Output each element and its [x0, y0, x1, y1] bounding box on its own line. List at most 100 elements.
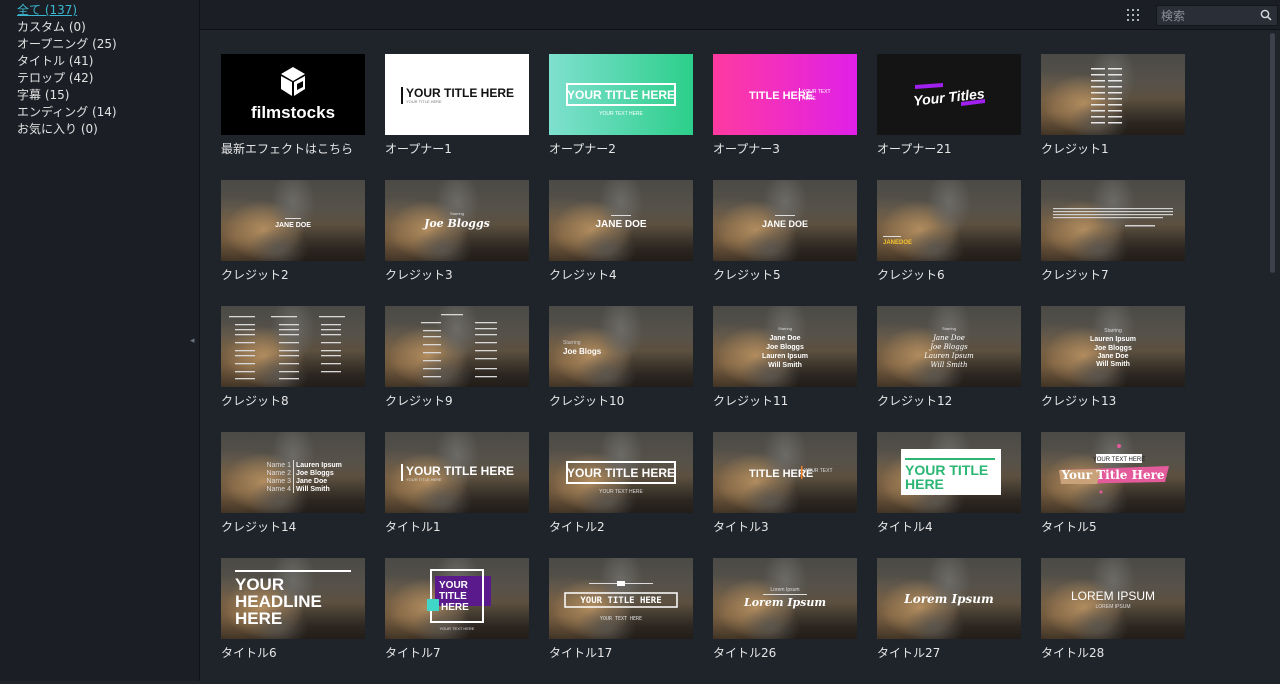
thumb-title-text: JANE DOE	[595, 219, 646, 230]
effect-card-credit10[interactable]: Starring Joe Blogs クレジット10	[549, 306, 693, 432]
effects-browser: filmstocks 最新エフェクトはこちら YOUR TITLE HERE Y…	[200, 0, 1280, 681]
thumb-title-text: JANE DOE	[275, 222, 311, 229]
effect-label: クレジット2	[221, 268, 289, 282]
logo-text: filmstocks	[251, 103, 335, 122]
thumb-title-text: YOUR TITLE HERE	[567, 466, 675, 480]
effect-label: クレジット13	[1041, 394, 1117, 408]
effect-card-credit9[interactable]: クレジット9	[385, 306, 529, 432]
search-input[interactable]	[1161, 7, 1251, 24]
effect-card-title7[interactable]: YOUR TITLE HERE YOUR TEXT HERE タイトル7	[385, 558, 529, 684]
credit-name: Will Smith	[296, 486, 330, 493]
effect-label: タイトル17	[549, 646, 613, 660]
effect-card-credit13[interactable]: Starring Lauren Ipsum Joe Bloggs Jane Do…	[1041, 306, 1185, 432]
effect-label: タイトル28	[1041, 646, 1105, 660]
effect-card-credit3[interactable]: Starring Joe Bloggs クレジット3	[385, 180, 529, 306]
sidebar-collapse-icon[interactable]: ◂	[190, 336, 197, 346]
credit-columns	[421, 314, 497, 378]
effect-card-credit14[interactable]: Name 1 Name 2 Name 3 Name 4 Lauren Ipsum…	[221, 432, 365, 558]
effect-card-title26[interactable]: Lorem Ipsum Lorem Ipsum タイトル26	[713, 558, 857, 684]
effect-thumbnail: TITLE HERE YOUR TEXT	[713, 432, 857, 513]
effect-label: タイトル27	[877, 646, 941, 660]
effect-thumbnail: YOUR TEXT HERE Your Title Here	[1041, 432, 1185, 513]
thumb-title-text: Lorem Ipsum	[743, 596, 826, 609]
effect-card-title2[interactable]: YOUR TITLE HERE YOUR TEXT HERE タイトル2	[549, 432, 693, 558]
credit-name: Jane Doe	[296, 478, 327, 485]
effect-thumbnail: JANE DOE	[221, 180, 365, 261]
effect-card-title6[interactable]: YOUR HEADLINE HERE タイトル6	[221, 558, 365, 684]
effect-thumbnail: Starring Joe Bloggs	[385, 180, 529, 261]
category-opening[interactable]: オープニング (25)	[17, 36, 199, 53]
effect-label: タイトル5	[1041, 520, 1097, 534]
effect-label: クレジット1	[1041, 142, 1109, 156]
effect-card-opener2[interactable]: YOUR TITLE HERE YOUR TEXT HERE オープナー2	[549, 54, 693, 180]
thumb-sub-text: YOUR TEXT	[802, 89, 831, 95]
effect-card-title5[interactable]: YOUR TEXT HERE Your Title Here タイトル5	[1041, 432, 1185, 558]
effect-card-title17[interactable]: YOUR TITLE HERE YOUR TEXT HERE タイトル17	[549, 558, 693, 684]
thumb-sub-text: YOUR TEXT HERE	[600, 616, 642, 622]
scrollbar-thumb[interactable]	[1270, 33, 1275, 273]
effect-thumbnail: YOUR TITLE HERE YOUR TEXT HERE	[549, 54, 693, 135]
effect-card-title1[interactable]: YOUR TITLE HERE YOUR TITLE HERE タイトル1	[385, 432, 529, 558]
category-telop[interactable]: テロップ (42)	[17, 70, 199, 87]
credit-roll-lines	[1091, 68, 1122, 124]
thumb-sub-text: LOREM IPSUM	[1095, 604, 1130, 610]
effect-label: タイトル4	[877, 520, 933, 534]
credit-role: Name 3	[266, 478, 291, 485]
thumb-title-text: HERE	[235, 609, 282, 628]
grid-view-icon[interactable]	[1126, 8, 1140, 22]
effects-grid: filmstocks 最新エフェクトはこちら YOUR TITLE HERE Y…	[221, 54, 1185, 684]
thumb-sub-text: YOUR TITLE HERE	[406, 477, 442, 482]
effect-card-title27[interactable]: Lorem Ipsum タイトル27	[877, 558, 1021, 684]
category-title[interactable]: タイトル (41)	[17, 53, 199, 70]
credit-name: Lauren Ipsum	[1090, 336, 1136, 343]
thumb-title-text: Lorem Ipsum	[903, 592, 993, 606]
effect-thumbnail: YOUR TITLE HERE YOUR TEXT HERE	[385, 558, 529, 639]
credit-name: Jane Doe	[931, 334, 965, 342]
effect-card-opener1[interactable]: YOUR TITLE HERE YOUR TITLE HERE オープナー1	[385, 54, 529, 180]
toolbar	[200, 0, 1280, 30]
effect-card-title3[interactable]: TITLE HERE YOUR TEXT タイトル3	[713, 432, 857, 558]
effect-card-title28[interactable]: LOREM IPSUM LOREM IPSUM タイトル28	[1041, 558, 1185, 684]
thumb-title-text: Your Title Here	[1060, 468, 1164, 482]
category-custom[interactable]: カスタム (0)	[17, 19, 199, 36]
effect-card-credit6[interactable]: JANEDOE クレジット6	[877, 180, 1021, 306]
effect-card-credit7[interactable]: クレジット7	[1041, 180, 1185, 306]
category-ending[interactable]: エンディング (14)	[17, 104, 199, 121]
effect-label: クレジット8	[221, 394, 289, 408]
vertical-scrollbar[interactable]	[1270, 33, 1276, 663]
thumb-title-text: YOUR TITLE HERE	[406, 86, 514, 100]
effect-thumbnail: JANE DOE	[713, 180, 857, 261]
effect-card-credit5[interactable]: JANE DOE クレジット5	[713, 180, 857, 306]
effect-label: タイトル2	[549, 520, 605, 534]
effect-label: クレジット6	[877, 268, 945, 282]
thumb-sub-text: YOUR TEXT HERE	[1093, 457, 1145, 463]
credit-name: Will Smith	[1096, 361, 1130, 368]
category-favorites[interactable]: お気に入り (0)	[17, 121, 199, 138]
thumb-title-text: HERE	[905, 476, 944, 492]
effect-thumbnail: JANEDOE	[877, 180, 1021, 261]
category-subtitle[interactable]: 字幕 (15)	[17, 87, 199, 104]
effect-card-credit1[interactable]: クレジット1	[1041, 54, 1185, 180]
effect-card-latest[interactable]: filmstocks 最新エフェクトはこちら	[221, 54, 365, 180]
effect-card-credit11[interactable]: Starring Jane Doe Joe Bloggs Lauren Ipsu…	[713, 306, 857, 432]
effect-thumbnail: YOUR TITLE HERE YOUR TITLE HERE	[385, 54, 529, 135]
search-icon[interactable]	[1260, 9, 1272, 21]
effect-label: タイトル26	[713, 646, 777, 660]
thumb-title-text: JANEDOE	[883, 240, 912, 246]
effect-card-opener21[interactable]: Your Titles オープナー21	[877, 54, 1021, 180]
thumb-sub-text: Starring	[942, 326, 956, 331]
effect-thumbnail: Starring Jane Doe Joe Bloggs Lauren Ipsu…	[877, 306, 1021, 387]
category-all[interactable]: 全て (137)	[17, 2, 199, 19]
credit-text-block	[1053, 208, 1173, 227]
effect-card-credit8[interactable]: クレジット8	[221, 306, 365, 432]
effect-thumbnail: filmstocks	[221, 54, 365, 135]
effect-card-opener3[interactable]: TITLE HERE YOUR TEXT HERE オープナー3	[713, 54, 857, 180]
effect-card-credit12[interactable]: Starring Jane Doe Joe Bloggs Lauren Ipsu…	[877, 306, 1021, 432]
effect-card-credit4[interactable]: JANE DOE クレジット4	[549, 180, 693, 306]
effect-thumbnail: YOUR TITLE HERE YOUR TEXT HERE	[549, 558, 693, 639]
effect-card-credit2[interactable]: JANE DOE クレジット2	[221, 180, 365, 306]
effect-card-title4[interactable]: YOUR TITLE HERE タイトル4	[877, 432, 1021, 558]
thumb-title-text: Joe Bloggs	[422, 217, 490, 230]
effect-label: クレジット4	[549, 268, 617, 282]
effect-thumbnail: YOUR TITLE HERE	[877, 432, 1021, 513]
